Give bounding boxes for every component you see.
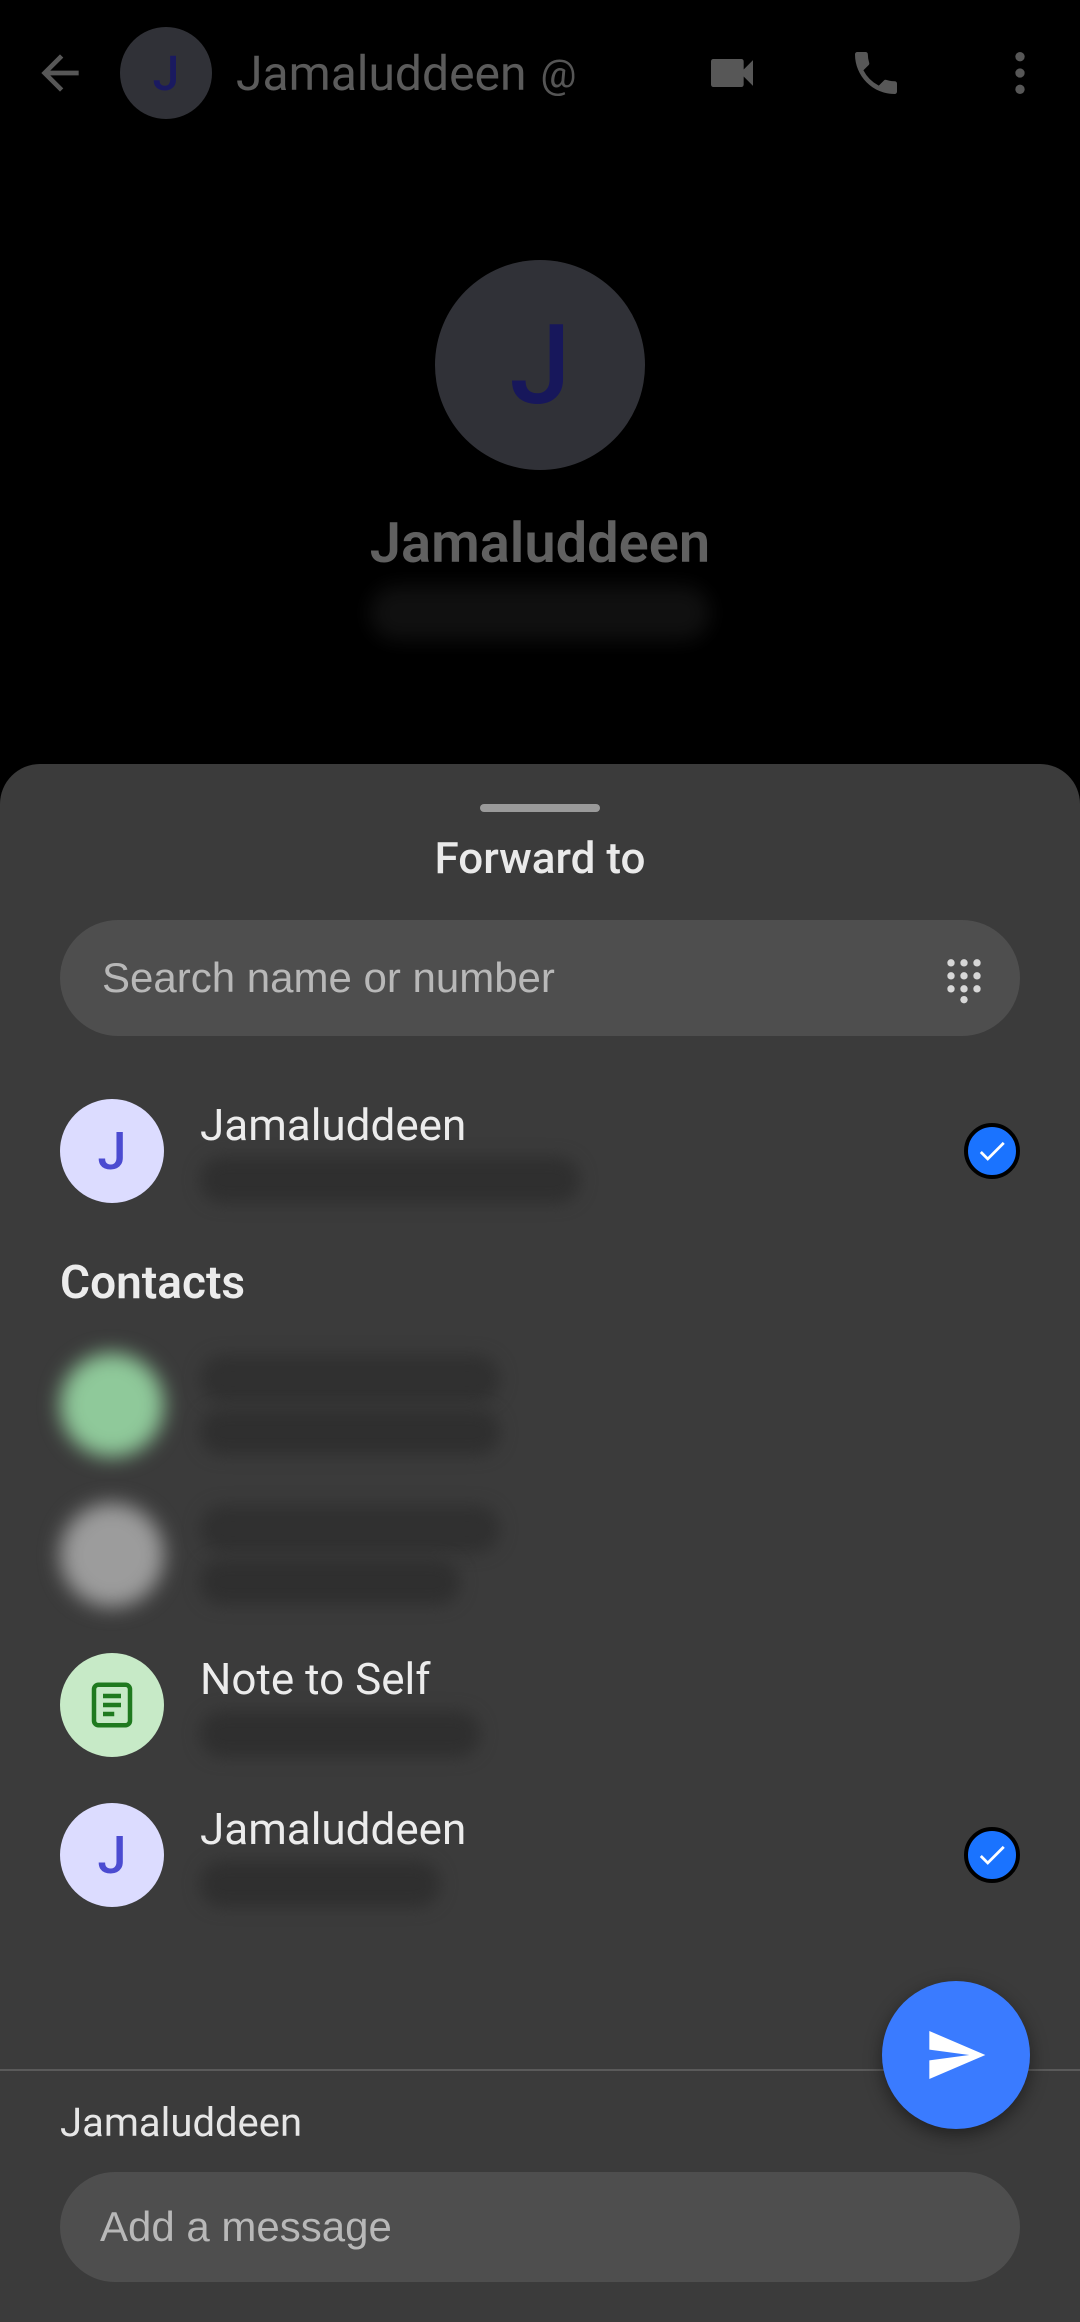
contact-name: Jamaluddeen bbox=[200, 1099, 928, 1151]
redacted-subtext bbox=[200, 1711, 480, 1757]
redacted-name bbox=[200, 1355, 500, 1403]
contact-text bbox=[200, 1355, 1020, 1455]
sheet-title: Forward to bbox=[0, 832, 1080, 884]
redacted-subtext bbox=[200, 1157, 580, 1203]
contact-avatar-initial: J bbox=[98, 1121, 127, 1182]
selected-check[interactable] bbox=[964, 1123, 1020, 1179]
note-icon bbox=[85, 1678, 139, 1732]
contact-name: Jamaluddeen bbox=[200, 1803, 928, 1855]
contact-row[interactable] bbox=[60, 1330, 1020, 1480]
forward-sheet: Forward to J Jamaluddeen Co bbox=[0, 764, 1080, 2322]
send-button[interactable] bbox=[882, 1981, 1030, 2129]
contact-row[interactable] bbox=[60, 1480, 1020, 1630]
check-icon bbox=[975, 1838, 1009, 1872]
contact-avatar-initial: J bbox=[98, 1825, 127, 1886]
contact-row[interactable]: J Jamaluddeen bbox=[60, 1780, 1020, 1930]
contact-text: Jamaluddeen bbox=[200, 1803, 928, 1907]
contacts-list[interactable]: J Jamaluddeen Contacts bbox=[0, 1076, 1080, 2069]
message-field[interactable] bbox=[60, 2172, 1020, 2282]
redacted-name bbox=[200, 1505, 500, 1553]
search-field[interactable] bbox=[60, 920, 1020, 1036]
contact-text: Jamaluddeen bbox=[200, 1099, 928, 1203]
contact-avatar: J bbox=[60, 1803, 164, 1907]
footer-recipient: Jamaluddeen bbox=[60, 2099, 1020, 2146]
message-input[interactable] bbox=[100, 2203, 980, 2251]
dialpad-icon[interactable] bbox=[938, 952, 990, 1004]
redacted-subtext bbox=[200, 1559, 460, 1605]
check-icon bbox=[975, 1134, 1009, 1168]
contacts-section-header: Contacts bbox=[60, 1256, 1020, 1310]
redacted-avatar bbox=[60, 1353, 164, 1457]
sheet-footer: Jamaluddeen bbox=[0, 2069, 1080, 2322]
contact-avatar: J bbox=[60, 1099, 164, 1203]
search-input[interactable] bbox=[102, 954, 938, 1002]
redacted-avatar bbox=[60, 1503, 164, 1607]
contact-text: Note to Self bbox=[200, 1653, 1020, 1757]
redacted-subtext bbox=[200, 1409, 500, 1455]
recent-contact-row[interactable]: J Jamaluddeen bbox=[60, 1076, 1020, 1226]
send-icon bbox=[924, 2023, 988, 2087]
contact-text bbox=[200, 1505, 1020, 1605]
selected-check[interactable] bbox=[964, 1827, 1020, 1883]
note-avatar bbox=[60, 1653, 164, 1757]
sheet-drag-handle[interactable] bbox=[480, 804, 600, 812]
note-to-self-row[interactable]: Note to Self bbox=[60, 1630, 1020, 1780]
redacted-subtext bbox=[200, 1861, 440, 1907]
note-to-self-label: Note to Self bbox=[200, 1653, 1020, 1705]
